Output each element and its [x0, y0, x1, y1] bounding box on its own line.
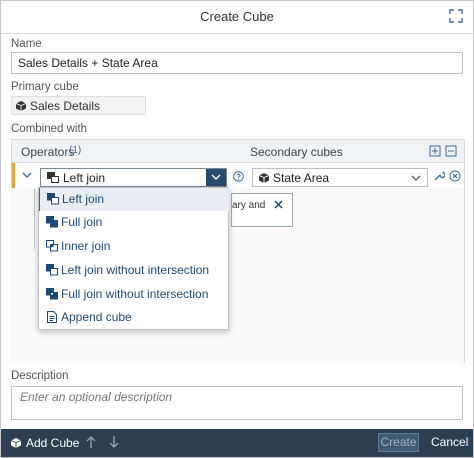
close-icon[interactable] [274, 200, 283, 209]
operators-count: (1) [69, 145, 82, 156]
cube-icon [16, 101, 26, 111]
add-cube-label: Add Cube [26, 436, 80, 450]
secondary-cube-value: State Area [273, 171, 330, 185]
operator-select[interactable]: Left join [40, 168, 227, 187]
left-join-icon [47, 172, 59, 183]
expand-all-icon[interactable] [429, 145, 441, 157]
row-selection-marker [12, 163, 15, 189]
operator-dropdown-button[interactable] [206, 169, 226, 186]
secondary-cubes-header: Secondary cubes [250, 145, 343, 159]
full-join-no-intersection-icon [46, 288, 58, 300]
left-join-icon [47, 193, 59, 205]
left-join-no-intersection-icon [46, 264, 58, 276]
expand-icon[interactable] [449, 9, 463, 23]
option-left-join[interactable]: Left join [39, 188, 229, 211]
operator-value: Left join [63, 171, 106, 185]
move-down-icon[interactable] [108, 435, 120, 449]
popover-text: ary and [232, 200, 266, 211]
option-full-join[interactable]: Full join [39, 211, 228, 234]
dialog-title: Create Cube [200, 9, 274, 24]
inner-join-icon [46, 240, 58, 252]
collapse-all-icon[interactable] [445, 145, 457, 157]
name-input[interactable]: Sales Details + State Area [11, 52, 463, 74]
option-label: Left join [62, 192, 105, 206]
move-up-icon[interactable] [85, 435, 97, 449]
option-label: Left join without intersection [61, 263, 210, 277]
chevron-down-icon[interactable] [22, 171, 32, 179]
description-input[interactable]: Enter an optional description [11, 386, 463, 420]
option-label: Full join without intersection [61, 287, 209, 301]
option-inner-join[interactable]: Inner join [39, 235, 228, 258]
primary-cube-field: Sales Details [11, 96, 146, 115]
wrench-icon[interactable] [433, 170, 445, 182]
option-label: Inner join [61, 239, 111, 253]
option-left-join-without-intersection[interactable]: Left join without intersection [39, 259, 228, 282]
description-label: Description [11, 370, 69, 382]
name-label: Name [11, 38, 42, 50]
chevron-down-icon [211, 174, 221, 181]
combined-header: Operators (1) Secondary cubes [12, 140, 464, 163]
primary-cube-label: Primary cube [11, 81, 79, 93]
join-row: Left join State Area [12, 163, 464, 190]
add-cube-button[interactable]: Add Cube [11, 436, 79, 450]
create-cube-dialog: Create Cube Name Sales Details + State A… [0, 0, 474, 458]
full-join-icon [46, 216, 58, 228]
option-label: Append cube [61, 310, 132, 324]
cancel-button[interactable]: Cancel [431, 435, 468, 449]
operators-header: Operators [21, 145, 75, 159]
primary-cube-value: Sales Details [30, 99, 101, 113]
option-full-join-without-intersection[interactable]: Full join without intersection [39, 283, 228, 306]
info-popover: ary and [231, 193, 293, 227]
question-icon[interactable] [233, 171, 244, 182]
option-label: Full join [61, 215, 103, 229]
option-append-cube[interactable]: Append cube [39, 306, 228, 329]
append-cube-icon [47, 311, 57, 323]
chevron-down-icon [411, 175, 421, 181]
create-button[interactable]: Create [378, 433, 419, 452]
cube-icon [259, 173, 269, 183]
dialog-footer: Add Cube Create Cancel [1, 429, 473, 457]
remove-icon[interactable] [449, 170, 461, 182]
cube-icon [11, 438, 21, 448]
combined-with-label: Combined with [11, 123, 88, 135]
dialog-header: Create Cube [1, 1, 473, 34]
secondary-cube-select[interactable]: State Area [252, 168, 428, 187]
operator-dropdown-list: Left join Full join Inner join Left join… [38, 187, 229, 330]
